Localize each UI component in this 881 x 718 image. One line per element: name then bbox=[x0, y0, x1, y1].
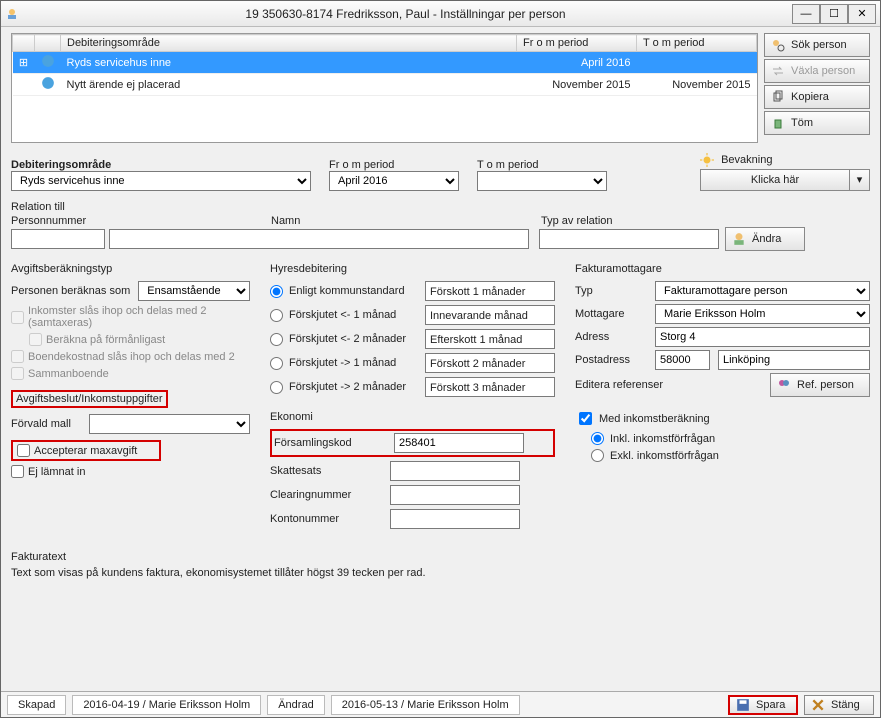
andrad-value: 2016-05-13 / Marie Eriksson Holm bbox=[331, 695, 520, 715]
globe-icon bbox=[41, 76, 55, 90]
radio-inkl[interactable] bbox=[591, 432, 604, 445]
typ-select[interactable]: Fakturamottagare person bbox=[655, 281, 870, 301]
to-period-select[interactable] bbox=[477, 171, 607, 191]
radio-std[interactable] bbox=[270, 285, 283, 298]
skatt-label: Skattesats bbox=[270, 465, 380, 477]
close-icon bbox=[811, 698, 825, 712]
radio-exkl[interactable] bbox=[591, 449, 604, 462]
namn-input[interactable] bbox=[109, 229, 529, 249]
cb-maxavgift[interactable] bbox=[17, 444, 30, 457]
expand-icon[interactable]: ⊞ bbox=[13, 52, 35, 74]
from-label: Fr o m period bbox=[329, 159, 459, 171]
radio-b2[interactable] bbox=[270, 333, 283, 346]
radio-b1[interactable] bbox=[270, 309, 283, 322]
post-label: Postadress bbox=[575, 354, 647, 366]
globe-icon bbox=[41, 54, 55, 68]
close-button[interactable]: ✕ bbox=[848, 4, 876, 24]
typ-label: Typ bbox=[575, 285, 647, 297]
bevakning-dropdown[interactable]: ▾ bbox=[850, 169, 870, 191]
maximize-button[interactable]: ☐ bbox=[820, 4, 848, 24]
window-title: 19 350630-8174 Fredriksson, Paul - Instä… bbox=[19, 7, 792, 21]
save-button[interactable]: Spara bbox=[728, 695, 798, 715]
radio-f2[interactable] bbox=[270, 381, 283, 394]
col-from[interactable]: Fr o m period bbox=[517, 35, 637, 52]
col-to[interactable]: T o m period bbox=[637, 35, 757, 52]
beraknas-select[interactable]: Ensamstående bbox=[138, 281, 250, 301]
ekonomi-header: Ekonomi bbox=[270, 411, 555, 423]
from-period-select[interactable]: April 2016 bbox=[329, 171, 459, 191]
mott-label: Mottagare bbox=[575, 308, 647, 320]
adr-input[interactable] bbox=[655, 327, 870, 347]
avgiftsbeslut-header: Avgiftsbeslut/Inkomstuppgifter bbox=[11, 390, 168, 408]
cb-inkomster bbox=[11, 311, 24, 324]
beraknas-label: Personen beräknas som bbox=[11, 285, 130, 297]
fakturatext-desc: Text som visas på kundens faktura, ekono… bbox=[11, 567, 870, 579]
person-icon bbox=[732, 232, 746, 246]
to-label: T o m period bbox=[477, 159, 607, 171]
save-icon bbox=[736, 698, 750, 712]
ref-person-button[interactable]: Ref. person bbox=[770, 373, 870, 397]
minimize-button[interactable]: — bbox=[792, 4, 820, 24]
mall-label: Förvald mall bbox=[11, 418, 81, 430]
sun-icon bbox=[700, 153, 714, 167]
pnr-label: Personnummer bbox=[11, 215, 271, 227]
cb-ejlamnat[interactable] bbox=[11, 465, 24, 478]
forsamling-label: Församlingskod bbox=[274, 437, 384, 449]
zip-input[interactable] bbox=[655, 350, 710, 370]
bevakning-button[interactable]: Klicka här bbox=[700, 169, 850, 191]
forsamling-input[interactable] bbox=[394, 433, 524, 453]
change-relation-button[interactable]: Ändra bbox=[725, 227, 805, 251]
relation-header: Relation till bbox=[11, 201, 870, 213]
trash-icon bbox=[771, 116, 785, 130]
editref-label: Editera referenser bbox=[575, 379, 762, 391]
clearing-label: Clearingnummer bbox=[270, 489, 380, 501]
person-search-icon bbox=[771, 38, 785, 52]
swap-icon bbox=[771, 64, 785, 78]
area-grid[interactable]: Debiteringsområde Fr o m period T o m pe… bbox=[11, 33, 758, 143]
cb-forman bbox=[29, 333, 42, 346]
copy-button[interactable]: Kopiera bbox=[764, 85, 870, 109]
reltype-input[interactable] bbox=[539, 229, 719, 249]
app-icon bbox=[5, 7, 19, 21]
table-row[interactable]: ⊞ Ryds servicehus inne April 2016 bbox=[13, 52, 757, 74]
radio-f1[interactable] bbox=[270, 357, 283, 370]
adr-label: Adress bbox=[575, 331, 647, 343]
pnr-input[interactable] bbox=[11, 229, 105, 249]
search-person-button[interactable]: Sök person bbox=[764, 33, 870, 57]
col-area[interactable]: Debiteringsområde bbox=[61, 35, 517, 52]
clearing-input[interactable] bbox=[390, 485, 520, 505]
people-icon bbox=[777, 378, 791, 392]
bevakning-label: Bevakning bbox=[700, 153, 870, 167]
konto-label: Kontonummer bbox=[270, 513, 380, 525]
avgift-header: Avgiftsberäkningstyp bbox=[11, 263, 250, 275]
hyra-header: Hyresdebitering bbox=[270, 263, 555, 275]
titlebar: 19 350630-8174 Fredriksson, Paul - Instä… bbox=[1, 1, 880, 27]
area-select[interactable]: Ryds servicehus inne bbox=[11, 171, 311, 191]
namn-label: Namn bbox=[271, 215, 531, 227]
area-label: Debiteringsområde bbox=[11, 159, 311, 171]
switch-person-button[interactable]: Växla person bbox=[764, 59, 870, 83]
cb-boende bbox=[11, 350, 24, 363]
fakturatext-header: Fakturatext bbox=[11, 551, 870, 563]
reltype-label: Typ av relation bbox=[541, 215, 731, 227]
skapad-label: Skapad bbox=[7, 695, 66, 715]
konto-input[interactable] bbox=[390, 509, 520, 529]
city-input[interactable] bbox=[718, 350, 870, 370]
copy-icon bbox=[771, 90, 785, 104]
andrad-label: Ändrad bbox=[267, 695, 324, 715]
skatt-input[interactable] bbox=[390, 461, 520, 481]
mott-select[interactable]: Marie Eriksson Holm bbox=[655, 304, 870, 324]
mall-select[interactable] bbox=[89, 414, 250, 434]
cb-medinkomst[interactable] bbox=[579, 412, 592, 425]
faktmott-header: Fakturamottagare bbox=[575, 263, 870, 275]
cb-sambo bbox=[11, 367, 24, 380]
skapad-value: 2016-04-19 / Marie Eriksson Holm bbox=[72, 695, 261, 715]
clear-button[interactable]: Töm bbox=[764, 111, 870, 135]
table-row[interactable]: Nytt ärende ej placerad November 2015 No… bbox=[13, 74, 757, 96]
close-form-button[interactable]: Stäng bbox=[804, 695, 874, 715]
